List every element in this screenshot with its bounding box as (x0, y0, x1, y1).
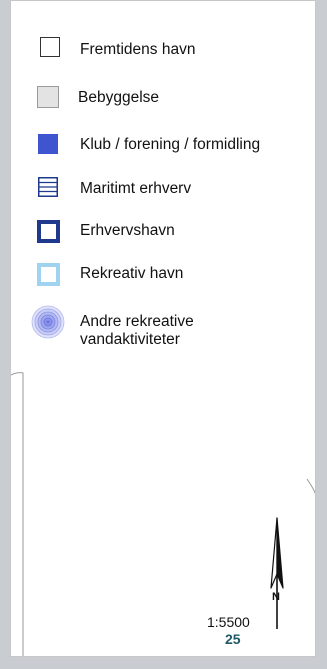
gray-square-icon (37, 86, 59, 108)
concentric-circles-icon (31, 305, 65, 339)
legend-item-water-activities: Andre rekreative vandaktiviteter (11, 305, 315, 355)
legend-item-maritime: Maritimt erhverv (11, 177, 315, 213)
legend-label: Andre rekreative vandaktiviteter (80, 313, 194, 348)
north-label: N (272, 591, 280, 603)
legend-label: Erhvervshavn (80, 222, 175, 239)
legend-label: Fremtidens havn (80, 41, 196, 58)
page-number: 25 (225, 631, 241, 647)
lightblue-frame-icon (37, 263, 60, 286)
legend-item-future-harbor: Fremtidens havn (11, 37, 315, 73)
north-arrow-icon (270, 517, 284, 629)
legend-label: Maritimt erhverv (80, 180, 192, 197)
legend-page: Fremtidens havn Bebyggelse Klub / foreni… (10, 0, 316, 657)
legend-item-buildings: Bebyggelse (11, 86, 315, 122)
hollow-square-icon (40, 37, 60, 57)
legend-label: Rekreativ havn (80, 265, 184, 282)
legend-item-commercial: Erhvervshavn (11, 220, 315, 256)
striped-square-icon (38, 177, 58, 197)
navy-frame-icon (37, 220, 60, 243)
legend-label: Klub / forening / formidling (80, 136, 261, 153)
blue-square-icon (38, 134, 58, 154)
legend-item-recreational: Rekreativ havn (11, 263, 315, 299)
legend-item-club: Klub / forening / formidling (11, 134, 315, 170)
map-scale: 1:5500 (207, 614, 250, 630)
legend-label: Bebyggelse (78, 89, 160, 106)
